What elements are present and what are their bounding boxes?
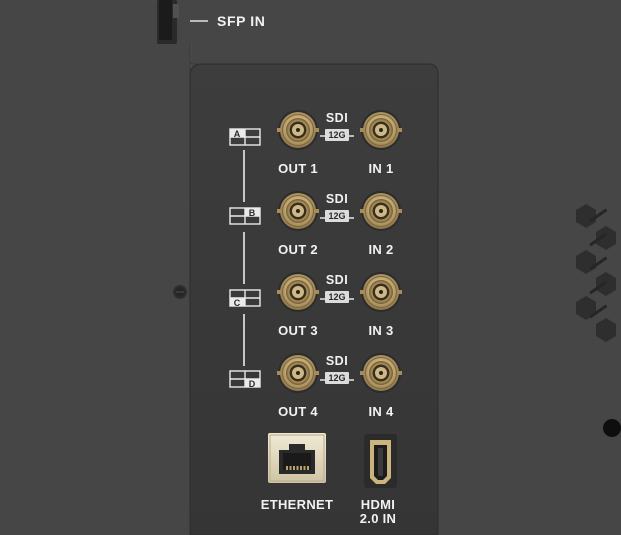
mount-hole: [603, 419, 621, 437]
quadrant-letter: B: [248, 208, 256, 218]
sdi-label: SDI: [325, 273, 349, 287]
sdi-out-label: OUT 4: [278, 404, 318, 419]
sdi-label: SDI: [325, 192, 349, 206]
ethernet-port[interactable]: [268, 433, 326, 483]
quadrant-letter: C: [233, 298, 241, 308]
speed-badge: 12G: [325, 291, 349, 303]
ethernet-label: ETHERNET: [260, 497, 334, 512]
speed-badge: 12G: [325, 372, 349, 384]
speed-badge: 12G: [325, 210, 349, 222]
quadrant-letter: A: [233, 129, 241, 139]
hdmi-label-line1: HDMI: [360, 497, 396, 512]
sfp-in-label: SFP IN: [217, 13, 266, 29]
sdi-out-label: OUT 2: [278, 242, 318, 257]
sdi-out-label: OUT 1: [278, 161, 318, 176]
quadrant-letter: D: [248, 379, 256, 389]
speed-badge: 12G: [325, 129, 349, 141]
device-rear-panel: SFP IN SDI 12G OUT 1 IN 1 A SDI 12G OUT 2 IN 2 B S…: [0, 0, 621, 535]
screw-left: [173, 285, 187, 299]
sdi-out-label: OUT 3: [278, 323, 318, 338]
sdi-in-label: IN 4: [368, 404, 394, 419]
sdi-label: SDI: [325, 111, 349, 125]
hdmi-label: HDMI 2.0 IN: [360, 498, 396, 526]
sdi-label: SDI: [325, 354, 349, 368]
sdi-in-label: IN 3: [368, 323, 394, 338]
hdmi-label-line2: 2.0 IN: [359, 511, 397, 526]
sdi-in-label: IN 1: [368, 161, 394, 176]
hdmi-port[interactable]: [364, 434, 397, 488]
sdi-in-label: IN 2: [368, 242, 394, 257]
panel-graphics: [0, 0, 621, 535]
